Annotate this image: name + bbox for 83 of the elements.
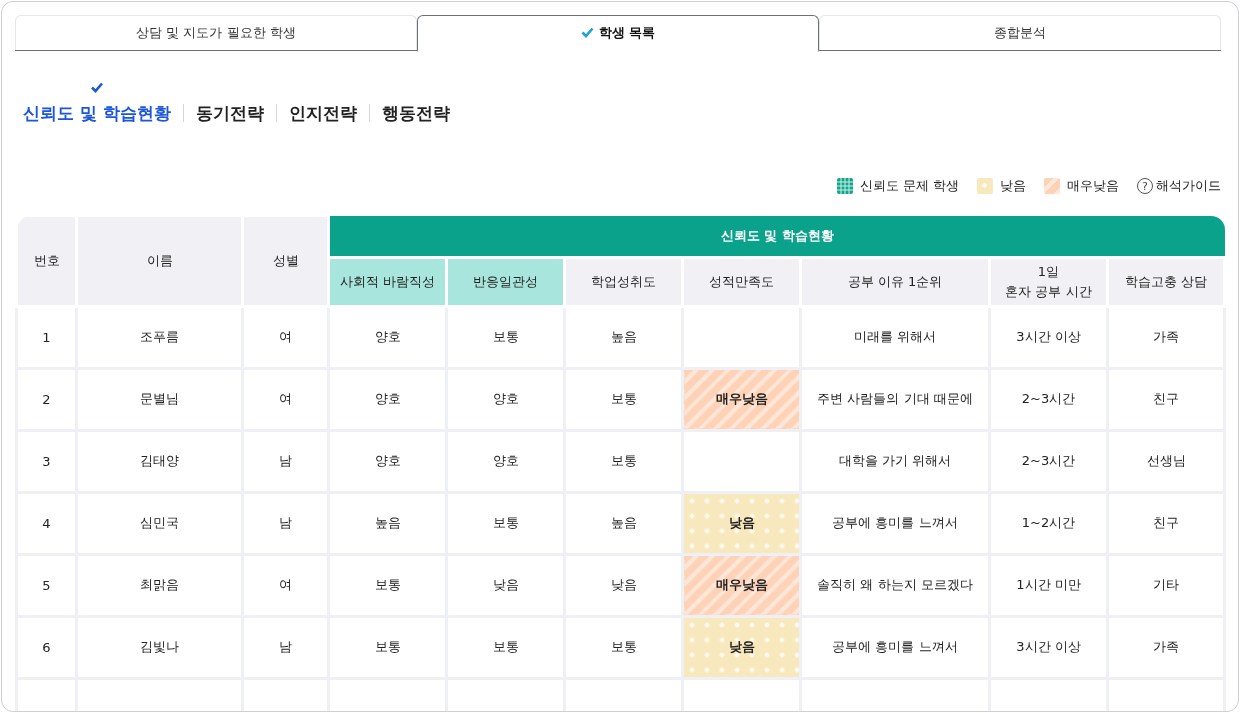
table-cell: 공부에 흥미를 느껴서 — [800, 492, 990, 554]
table-cell: 여 — [242, 368, 329, 430]
table-cell: 남 — [242, 430, 329, 492]
group-header: 신뢰도 및 학습현황 — [328, 215, 1225, 257]
table-cell: 2~3시간 — [989, 368, 1108, 430]
table-cell: 낮음 — [446, 554, 565, 616]
table-cell: 낮음 — [682, 616, 801, 678]
dotted-swatch-icon — [977, 178, 993, 194]
legend-label[interactable]: 해석가이드 — [1156, 177, 1221, 195]
table-cell: 김빛나 — [76, 616, 243, 678]
column-header: 성적만족도 — [682, 257, 801, 306]
column-header: 반응일관성 — [446, 257, 565, 306]
table-cell: 문별님 — [76, 368, 243, 430]
table-cell: 6 — [16, 616, 77, 678]
table-cell: 1~2시간 — [989, 492, 1108, 554]
table-cell: 매우낮음 — [682, 368, 801, 430]
table-cell: 보통 — [564, 616, 683, 678]
check-icon — [90, 81, 104, 93]
table-cell: 보통 — [564, 368, 683, 430]
tab[interactable]: 상담 및 지도가 필요한 학생 — [15, 15, 417, 50]
table-cell: 가족 — [1107, 306, 1225, 368]
legend-label: 낮음 — [1000, 177, 1026, 195]
table-cell: 3 — [16, 430, 77, 492]
column-header: 공부 이유 1순위 — [800, 257, 990, 306]
column-header: 사회적 바람직성 — [328, 257, 447, 306]
table-cell: 3시간 이상 — [989, 306, 1108, 368]
table-cell: 2 — [16, 368, 77, 430]
table-cell: 여 — [242, 306, 329, 368]
table-cell: 4 — [16, 492, 77, 554]
table-cell: 보통 — [446, 492, 565, 554]
table-cell: 주변 사람들의 기대 때문에 — [800, 368, 990, 430]
table-cell: 공부에 흥미를 느껴서 — [800, 616, 990, 678]
table-cell: 보통 — [328, 616, 447, 678]
table-cell: 여 — [242, 554, 329, 616]
table-cell: 선생님 — [1107, 430, 1225, 492]
table-cell: 미래를 위해서 — [800, 306, 990, 368]
sub-tab[interactable]: 신뢰도 및 학습현황 — [23, 101, 171, 125]
striped-swatch-icon — [1044, 178, 1060, 194]
table-cell: 친구 — [1107, 492, 1225, 554]
check-icon — [580, 27, 594, 39]
tab[interactable]: 종합분석 — [819, 15, 1221, 50]
table-cell: 양호 — [446, 368, 565, 430]
grid-icon — [836, 178, 853, 194]
table-cell: 가족 — [1107, 616, 1225, 678]
sub-tab[interactable]: 동기전략 — [195, 101, 264, 125]
table-cell: 1시간 미만 — [989, 554, 1108, 616]
column-header: 학업성취도 — [564, 257, 683, 306]
sub-tab[interactable]: 행동전략 — [381, 101, 450, 125]
table-cell: 5 — [16, 554, 77, 616]
table-cell: 보통 — [446, 616, 565, 678]
table-cell: 보통 — [446, 306, 565, 368]
legend-label: 매우낮음 — [1067, 177, 1119, 195]
column-header: 이름 — [76, 215, 243, 306]
column-header: 성별 — [242, 215, 329, 306]
column-header: 학습고충 상담 — [1107, 257, 1225, 306]
table-cell: 3시간 이상 — [989, 616, 1108, 678]
table-cell: 양호 — [328, 430, 447, 492]
table-cell: 기타 — [1107, 554, 1225, 616]
table-cell: 친구 — [1107, 368, 1225, 430]
table-cell: 심민국 — [76, 492, 243, 554]
table-cell: 높음 — [564, 306, 683, 368]
table-cell: 2~3시간 — [989, 430, 1108, 492]
sub-tab[interactable]: 인지전략 — [288, 101, 357, 125]
table-cell: 보통 — [564, 430, 683, 492]
table-cell: 조푸름 — [76, 306, 243, 368]
table-cell: 김태양 — [76, 430, 243, 492]
table-cell: 낮음 — [682, 492, 801, 554]
legend-label: 신뢰도 문제 학생 — [859, 177, 959, 195]
table-cell: 보통 — [328, 554, 447, 616]
table-cell: 솔직히 왜 하는지 모르겠다 — [800, 554, 990, 616]
table-cell: 대학을 가기 위해서 — [800, 430, 990, 492]
column-header: 번호 — [16, 215, 77, 306]
table-cell: 매우낮음 — [682, 554, 801, 616]
table-cell: 양호 — [328, 368, 447, 430]
table-cell: 양호 — [328, 306, 447, 368]
table-cell: 양호 — [446, 430, 565, 492]
table-cell: 남 — [242, 616, 329, 678]
table-cell: 높음 — [328, 492, 447, 554]
table-cell: 1 — [16, 306, 77, 368]
table-cell: 남 — [242, 492, 329, 554]
table-cell: 최맑음 — [76, 554, 243, 616]
column-header: 1일 혼자 공부 시간 — [989, 257, 1108, 306]
tab[interactable]: 학생 목록 — [417, 15, 819, 52]
